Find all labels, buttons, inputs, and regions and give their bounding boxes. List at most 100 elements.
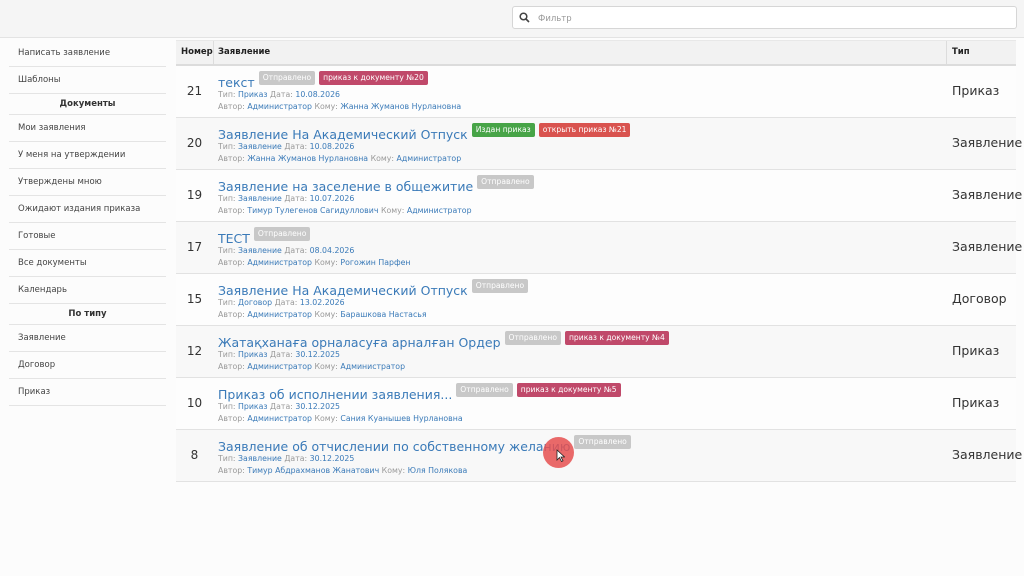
sidebar-item-approved-by-me[interactable]: Утверждены мною — [9, 169, 166, 196]
table-row[interactable]: 8 Заявление об отчислении по собственному… — [176, 430, 1022, 482]
table-row[interactable]: 21 текст Отправлено приказ к документу №20 Т… — [176, 66, 1016, 118]
row-type-date: Тип: Заявление Дата: 10.08.2026 — [218, 142, 354, 151]
date-link[interactable]: 30.12.2025 — [295, 350, 340, 359]
sidebar-item-type-order[interactable]: Приказ — [9, 379, 166, 406]
table-row[interactable]: 20 Заявление На Академический Отпуск Издан… — [176, 118, 1022, 170]
date-link[interactable]: 10.07.2026 — [310, 194, 355, 203]
order-link-badge[interactable]: приказ к документу №20 — [319, 71, 428, 85]
author-link[interactable]: Администратор — [247, 102, 312, 111]
author-label: Автор: — [218, 362, 245, 371]
row-number: 8 — [190, 448, 199, 462]
row-title-line: Заявление На Академический Отпуск Отправл… — [218, 279, 529, 300]
to-label: Кому: — [314, 258, 338, 267]
header-type[interactable]: Тип — [952, 47, 970, 57]
date-label: Дата: — [270, 90, 293, 99]
filter-input[interactable] — [536, 9, 1010, 28]
to-label: Кому: — [314, 102, 338, 111]
row-number: 12 — [186, 344, 203, 358]
row-type: Заявление — [952, 187, 1023, 202]
recipient-link[interactable]: Администратор — [407, 206, 472, 215]
order-link-badge[interactable]: приказ к документу №5 — [516, 383, 621, 397]
sidebar-header-by-type: По типу — [9, 304, 166, 325]
row-title-line: Заявление на заселение в общежитие Отправ… — [218, 175, 534, 196]
table-body: 21 текст Отправлено приказ к документу №20 Т… — [176, 66, 1022, 482]
row-number: 17 — [186, 240, 203, 254]
recipient-link[interactable]: Администратор — [397, 154, 462, 163]
status-badge: Отправлено — [574, 435, 631, 449]
row-type: Приказ — [952, 343, 1000, 358]
date-link[interactable]: 30.12.2025 — [295, 402, 340, 411]
sidebar-item-write-application[interactable]: Написать заявление — [9, 40, 166, 67]
table-row[interactable]: 10 Приказ об исполнении заявления... Отпра… — [176, 378, 1016, 430]
date-link[interactable]: 10.08.2026 — [310, 142, 355, 151]
filter-search-box[interactable] — [512, 6, 1017, 29]
sidebar-item-ready[interactable]: Готовые — [9, 223, 166, 250]
header-number[interactable]: Номер — [181, 47, 213, 57]
recipient-link[interactable]: Рогожин Парфен — [340, 258, 410, 267]
recipient-link[interactable]: Жанна Жуманов Нурлановна — [340, 102, 461, 111]
author-link[interactable]: Тимур Абдрахманов Жанатович — [247, 466, 379, 475]
author-label: Автор: — [218, 310, 245, 319]
author-link[interactable]: Администратор — [247, 310, 312, 319]
to-label: Кому: — [381, 466, 406, 475]
date-link[interactable]: 13.02.2026 — [300, 298, 345, 307]
sidebar-item-templates[interactable]: Шаблоны — [9, 67, 166, 94]
row-author-recipient: Автор: Тимур Тулегенов Сагидуллович Кому… — [218, 206, 472, 215]
order-link-badge[interactable]: приказ к документу №4 — [564, 331, 669, 345]
date-link[interactable]: 30.12.2025 — [310, 454, 355, 463]
row-type: Заявление — [952, 447, 1023, 462]
author-link[interactable]: Жанна Жуманов Нурлановна — [247, 154, 368, 163]
order-link-badge[interactable]: открыть приказ №21 — [538, 123, 631, 137]
sidebar-item-awaiting-order[interactable]: Ожидают издания приказа — [9, 196, 166, 223]
sidebar-item-pending-my-approval[interactable]: У меня на утверждении — [9, 142, 166, 169]
sidebar-item-all-documents[interactable]: Все документы — [9, 250, 166, 277]
doc-type-link[interactable]: Приказ — [238, 402, 268, 411]
row-type-date: Тип: Приказ Дата: 10.08.2026 — [218, 90, 340, 99]
table-row[interactable]: 12 Жатақханаға орналасуға арналған Ордер О… — [176, 326, 1016, 378]
date-link[interactable]: 10.08.2026 — [295, 90, 340, 99]
table-row[interactable]: 17 ТЕСТ Отправлено Тип: Заявление Дата: 08.… — [176, 222, 1022, 274]
row-type-date: Тип: Заявление Дата: 08.04.2026 — [218, 246, 354, 255]
documents-table: Номер Заявление Тип 21 текст Отправлено при… — [176, 40, 1022, 482]
doc-type-link[interactable]: Заявление — [238, 194, 282, 203]
sidebar-item-type-contract[interactable]: Договор — [9, 352, 166, 379]
recipient-link[interactable]: Барашкова Настасья — [340, 310, 426, 319]
doc-type-link[interactable]: Приказ — [238, 90, 268, 99]
status-badge: Отправлено — [504, 331, 561, 345]
row-author-recipient: Автор: Администратор Кому: Администратор — [218, 362, 405, 371]
doc-type-link[interactable]: Заявление — [238, 246, 282, 255]
table-header: Номер Заявление Тип — [176, 40, 1016, 66]
table-row[interactable]: 15 Заявление На Академический Отпуск Отпра… — [176, 274, 1016, 326]
row-title-line: Приказ об исполнении заявления... Отправл… — [218, 383, 621, 404]
date-link[interactable]: 08.04.2026 — [310, 246, 355, 255]
mouse-cursor-icon — [556, 449, 565, 462]
row-author-recipient: Автор: Тимур Абдрахманов Жанатович Кому:… — [218, 466, 467, 475]
doc-type-link[interactable]: Договор — [238, 298, 272, 307]
header-divider — [946, 41, 947, 64]
row-author-recipient: Автор: Жанна Жуманов Нурлановна Кому: Ад… — [218, 154, 461, 163]
recipient-link[interactable]: Администратор — [340, 362, 405, 371]
date-label: Дата: — [270, 350, 293, 359]
author-link[interactable]: Администратор — [247, 362, 312, 371]
to-label: Кому: — [380, 206, 405, 215]
sidebar-item-my-applications[interactable]: Мои заявления — [9, 115, 166, 142]
author-link[interactable]: Тимур Тулегенов Сагидуллович — [247, 206, 378, 215]
author-link[interactable]: Администратор — [247, 414, 312, 423]
date-label: Дата: — [270, 402, 293, 411]
sidebar-item-calendar[interactable]: Календарь — [9, 277, 166, 304]
table-row[interactable]: 19 Заявление на заселение в общежитие Отпр… — [176, 170, 1022, 222]
doc-type-link[interactable]: Заявление — [238, 454, 282, 463]
author-link[interactable]: Администратор — [247, 258, 312, 267]
date-label: Дата: — [284, 194, 308, 203]
row-title-line: Заявление На Академический Отпуск Издан п… — [218, 123, 631, 144]
type-label: Тип: — [218, 298, 236, 307]
author-label: Автор: — [218, 466, 245, 475]
doc-type-link[interactable]: Заявление — [238, 142, 282, 151]
recipient-link[interactable]: Юля Полякова — [408, 466, 468, 475]
recipient-link[interactable]: Сания Куанышев Нурлановна — [340, 414, 462, 423]
sidebar-item-type-application[interactable]: Заявление — [9, 325, 166, 352]
header-document[interactable]: Заявление — [218, 47, 270, 57]
row-type: Заявление — [952, 135, 1023, 150]
doc-type-link[interactable]: Приказ — [238, 350, 268, 359]
status-badge: Издан приказ — [471, 123, 535, 137]
